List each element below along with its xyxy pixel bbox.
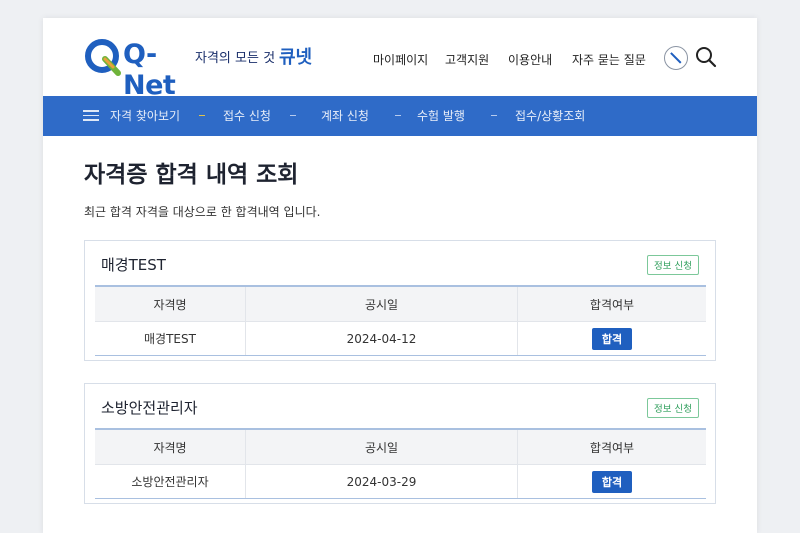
col-header-date: 공시일 [245,430,517,464]
table-header-row: 자격명 공시일 합격여부 [95,430,706,465]
page-title: 자격증 합격 내역 조회 [84,162,299,188]
site-header: Q-Net 자격의 모든 것 큐넷 마이페이지 고객지원 이용안내 자주 묻는 … [43,18,757,101]
menu-item-apply[interactable]: 접수 신청 [223,107,271,124]
pass-button[interactable]: 합격 [591,470,633,493]
table-header-row: 자격명 공시일 합격여부 [95,287,706,322]
page: Q-Net 자격의 모든 것 큐넷 마이페이지 고객지원 이용안내 자주 묻는 … [43,18,757,533]
col-header-name: 자격명 [153,297,187,312]
info-apply-badge[interactable]: 정보 신청 [647,398,699,418]
hamburger-icon[interactable] [83,110,99,122]
pass-button[interactable]: 합격 [591,327,633,350]
main-menu-bar: 자격 찾아보기 접수 신청 계좌 신청 수험 발행 접수/상황조회 [43,96,757,136]
menu-separator [491,115,497,116]
menu-separator [395,115,401,116]
cell-status: 합격 [517,465,706,498]
nav-mypage[interactable]: 마이페이지 [373,51,428,68]
logo-text: Q-Net [123,39,176,101]
cell-date: 2024-03-29 [245,465,517,498]
result-table: 자격명 공시일 합격여부 매경TEST 2024-04-12 합격 [95,285,706,357]
cell-name: 매경TEST [144,332,196,346]
col-header-name: 자격명 [153,440,187,455]
cell-name: 소방안전관리자 [131,475,209,489]
menu-separator [199,115,205,116]
q-logo-icon [85,39,121,76]
menu-item-qualifications[interactable]: 자격 찾아보기 [110,107,180,124]
accessibility-icon[interactable] [664,46,688,70]
menu-item-account[interactable]: 계좌 신청 [321,107,369,124]
result-table: 자격명 공시일 합격여부 소방안전관리자 2024-03-29 합격 [95,428,706,500]
table-row: 소방안전관리자 2024-03-29 합격 [95,465,706,499]
col-header-status: 합격여부 [517,430,706,464]
menu-item-status[interactable]: 접수/상황조회 [515,107,585,124]
tagline-brand: 큐넷 [279,47,313,68]
cell-status: 합격 [517,322,706,355]
result-card: 소방안전관리자 정보 신청 자격명 공시일 합격여부 소방안전관리자 2024-… [84,383,716,504]
col-header-status: 합격여부 [517,287,706,321]
menu-separator [290,115,296,116]
info-apply-badge[interactable]: 정보 신청 [647,255,699,275]
cell-date: 2024-04-12 [245,322,517,355]
nav-support[interactable]: 고객지원 [445,51,489,68]
table-row: 매경TEST 2024-04-12 합격 [95,322,706,356]
nav-faq[interactable]: 자주 묻는 질문 [572,51,646,68]
search-icon[interactable] [694,45,718,69]
card-title: 매경TEST [101,256,166,274]
nav-guide[interactable]: 이용안내 [508,51,552,68]
result-card: 매경TEST 정보 신청 자격명 공시일 합격여부 매경TEST 2024-04… [84,240,716,361]
tagline: 자격의 모든 것 [195,51,276,66]
menu-item-exam[interactable]: 수험 발행 [417,107,465,124]
col-header-date: 공시일 [245,287,517,321]
qnet-logo[interactable]: Q-Net [83,37,183,101]
card-title: 소방안전관리자 [101,399,198,417]
page-subtitle: 최근 합격 자격을 대상으로 한 합격내역 입니다. [84,205,321,219]
